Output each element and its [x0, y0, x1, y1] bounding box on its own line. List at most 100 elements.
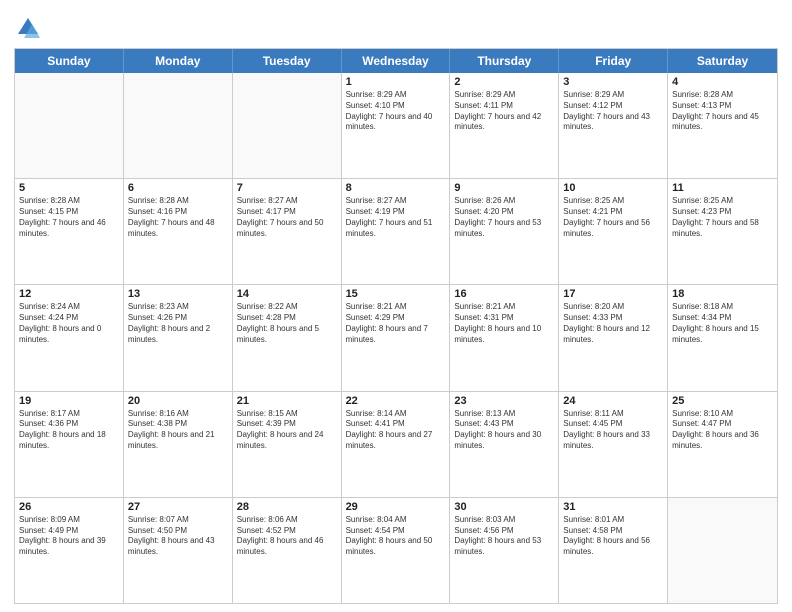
calendar-header: SundayMondayTuesdayWednesdayThursdayFrid… [15, 49, 777, 73]
day-number: 21 [237, 395, 337, 407]
cal-cell: 31 Sunrise: 8:01 AMSunset: 4:58 PMDayligh… [559, 498, 668, 603]
cal-cell: 20 Sunrise: 8:16 AMSunset: 4:38 PMDayligh… [124, 392, 233, 497]
week-row-2: 12 Sunrise: 8:24 AMSunset: 4:24 PMDayligh… [15, 285, 777, 391]
cal-cell [124, 73, 233, 178]
cal-cell: 26 Sunrise: 8:09 AMSunset: 4:49 PMDayligh… [15, 498, 124, 603]
cell-info: Sunrise: 8:18 AMSunset: 4:34 PMDaylight:… [672, 302, 773, 345]
cell-info: Sunrise: 8:28 AMSunset: 4:13 PMDaylight:… [672, 90, 773, 133]
cal-cell [668, 498, 777, 603]
cell-info: Sunrise: 8:15 AMSunset: 4:39 PMDaylight:… [237, 409, 337, 452]
cal-cell: 9 Sunrise: 8:26 AMSunset: 4:20 PMDaylight… [450, 179, 559, 284]
cal-cell: 11 Sunrise: 8:25 AMSunset: 4:23 PMDayligh… [668, 179, 777, 284]
cell-info: Sunrise: 8:29 AMSunset: 4:10 PMDaylight:… [346, 90, 446, 133]
cal-cell [233, 73, 342, 178]
day-number: 14 [237, 288, 337, 300]
week-row-3: 19Sunrise: 8:17 AMSunset: 4:36 PMDayligh… [15, 392, 777, 498]
day-number: 17 [563, 288, 663, 300]
day-number: 2 [454, 76, 554, 88]
header-cell-wednesday: Wednesday [342, 49, 451, 73]
week-row-1: 5Sunrise: 8:28 AMSunset: 4:15 PMDaylight… [15, 179, 777, 285]
cal-cell: 7 Sunrise: 8:27 AMSunset: 4:17 PMDaylight… [233, 179, 342, 284]
page: SundayMondayTuesdayWednesdayThursdayFrid… [0, 0, 792, 612]
day-number: 22 [346, 395, 446, 407]
cell-info: Sunrise: 8:25 AMSunset: 4:23 PMDaylight:… [672, 196, 773, 239]
cell-info: Sunrise: 8:01 AMSunset: 4:58 PMDaylight:… [563, 515, 663, 558]
logo-icon [14, 14, 42, 42]
day-number: 11 [672, 182, 773, 194]
cell-info: Sunrise: 8:06 AMSunset: 4:52 PMDaylight:… [237, 515, 337, 558]
cal-cell: 17 Sunrise: 8:20 AMSunset: 4:33 PMDayligh… [559, 285, 668, 390]
day-number: 28 [237, 501, 337, 513]
cal-cell: 14Sunrise: 8:22 AMSunset: 4:28 PMDayligh… [233, 285, 342, 390]
cal-cell: 4 Sunrise: 8:28 AMSunset: 4:13 PMDaylight… [668, 73, 777, 178]
cell-info: Sunrise: 8:16 AMSunset: 4:38 PMDaylight:… [128, 409, 228, 452]
cell-info: Sunrise: 8:29 AMSunset: 4:11 PMDaylight:… [454, 90, 554, 133]
cell-info: Sunrise: 8:27 AMSunset: 4:17 PMDaylight:… [237, 196, 337, 239]
cal-cell: 5Sunrise: 8:28 AMSunset: 4:15 PMDaylight… [15, 179, 124, 284]
day-number: 25 [672, 395, 773, 407]
cal-cell: 1 Sunrise: 8:29 AMSunset: 4:10 PMDaylight… [342, 73, 451, 178]
cell-info: Sunrise: 8:28 AMSunset: 4:15 PMDaylight:… [19, 196, 119, 239]
header-cell-friday: Friday [559, 49, 668, 73]
day-number: 26 [19, 501, 119, 513]
day-number: 29 [346, 501, 446, 513]
cell-info: Sunrise: 8:27 AMSunset: 4:19 PMDaylight:… [346, 196, 446, 239]
cal-cell: 3 Sunrise: 8:29 AMSunset: 4:12 PMDaylight… [559, 73, 668, 178]
cell-info: Sunrise: 8:07 AMSunset: 4:50 PMDaylight:… [128, 515, 228, 558]
cal-cell: 22Sunrise: 8:14 AMSunset: 4:41 PMDayligh… [342, 392, 451, 497]
cal-cell: 10Sunrise: 8:25 AMSunset: 4:21 PMDayligh… [559, 179, 668, 284]
cell-info: Sunrise: 8:26 AMSunset: 4:20 PMDaylight:… [454, 196, 554, 239]
day-number: 24 [563, 395, 663, 407]
header [14, 10, 778, 42]
cal-cell: 30 Sunrise: 8:03 AMSunset: 4:56 PMDayligh… [450, 498, 559, 603]
logo [14, 14, 46, 42]
day-number: 12 [19, 288, 119, 300]
day-number: 9 [454, 182, 554, 194]
cell-info: Sunrise: 8:20 AMSunset: 4:33 PMDaylight:… [563, 302, 663, 345]
day-number: 8 [346, 182, 446, 194]
cell-info: Sunrise: 8:09 AMSunset: 4:49 PMDaylight:… [19, 515, 119, 558]
cal-cell: 28 Sunrise: 8:06 AMSunset: 4:52 PMDayligh… [233, 498, 342, 603]
cell-info: Sunrise: 8:23 AMSunset: 4:26 PMDaylight:… [128, 302, 228, 345]
header-cell-sunday: Sunday [15, 49, 124, 73]
day-number: 16 [454, 288, 554, 300]
cell-info: Sunrise: 8:21 AMSunset: 4:31 PMDaylight:… [454, 302, 554, 345]
day-number: 23 [454, 395, 554, 407]
cal-cell: 13Sunrise: 8:23 AMSunset: 4:26 PMDayligh… [124, 285, 233, 390]
day-number: 4 [672, 76, 773, 88]
cal-cell: 8 Sunrise: 8:27 AMSunset: 4:19 PMDaylight… [342, 179, 451, 284]
day-number: 6 [128, 182, 228, 194]
week-row-0: 1 Sunrise: 8:29 AMSunset: 4:10 PMDaylight… [15, 73, 777, 179]
cell-info: Sunrise: 8:03 AMSunset: 4:56 PMDaylight:… [454, 515, 554, 558]
header-cell-saturday: Saturday [668, 49, 777, 73]
day-number: 31 [563, 501, 663, 513]
cell-info: Sunrise: 8:04 AMSunset: 4:54 PMDaylight:… [346, 515, 446, 558]
day-number: 18 [672, 288, 773, 300]
cal-cell: 24Sunrise: 8:11 AMSunset: 4:45 PMDayligh… [559, 392, 668, 497]
cell-info: Sunrise: 8:13 AMSunset: 4:43 PMDaylight:… [454, 409, 554, 452]
day-number: 7 [237, 182, 337, 194]
cell-info: Sunrise: 8:24 AMSunset: 4:24 PMDaylight:… [19, 302, 119, 345]
day-number: 10 [563, 182, 663, 194]
day-number: 3 [563, 76, 663, 88]
cal-cell: 12 Sunrise: 8:24 AMSunset: 4:24 PMDayligh… [15, 285, 124, 390]
cal-cell: 6 Sunrise: 8:28 AMSunset: 4:16 PMDaylight… [124, 179, 233, 284]
day-number: 20 [128, 395, 228, 407]
header-cell-thursday: Thursday [450, 49, 559, 73]
day-number: 30 [454, 501, 554, 513]
cell-info: Sunrise: 8:10 AMSunset: 4:47 PMDaylight:… [672, 409, 773, 452]
cal-cell: 27Sunrise: 8:07 AMSunset: 4:50 PMDayligh… [124, 498, 233, 603]
cal-cell: 18 Sunrise: 8:18 AMSunset: 4:34 PMDayligh… [668, 285, 777, 390]
cell-info: Sunrise: 8:28 AMSunset: 4:16 PMDaylight:… [128, 196, 228, 239]
calendar-body: 1 Sunrise: 8:29 AMSunset: 4:10 PMDaylight… [15, 73, 777, 603]
cal-cell: 19Sunrise: 8:17 AMSunset: 4:36 PMDayligh… [15, 392, 124, 497]
day-number: 15 [346, 288, 446, 300]
day-number: 1 [346, 76, 446, 88]
day-number: 19 [19, 395, 119, 407]
cal-cell: 23 Sunrise: 8:13 AMSunset: 4:43 PMDayligh… [450, 392, 559, 497]
cal-cell [15, 73, 124, 178]
cal-cell: 15Sunrise: 8:21 AMSunset: 4:29 PMDayligh… [342, 285, 451, 390]
cell-info: Sunrise: 8:29 AMSunset: 4:12 PMDaylight:… [563, 90, 663, 133]
header-cell-monday: Monday [124, 49, 233, 73]
week-row-4: 26 Sunrise: 8:09 AMSunset: 4:49 PMDayligh… [15, 498, 777, 603]
